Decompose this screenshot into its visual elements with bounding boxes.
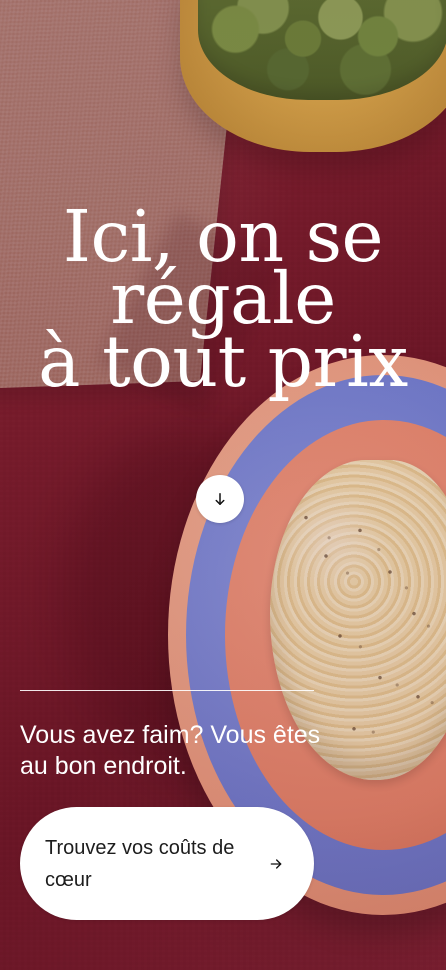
hero-section: Ici, on se régale à tout prix Vous avez … (0, 0, 446, 970)
arrow-right-icon (270, 858, 282, 869)
find-favorites-button[interactable]: Trouvez vos coûts de cœur (20, 807, 314, 920)
scroll-down-button[interactable] (196, 475, 244, 523)
arrow-down-icon (215, 493, 225, 505)
hero-title: Ici, on se régale à tout prix (0, 201, 446, 403)
hero-tagline: Vous avez faim? Vous êtes au bon endroit… (20, 721, 321, 780)
hero-title-line-3: à tout prix (38, 319, 408, 403)
section-divider (20, 690, 314, 691)
find-favorites-label: Trouvez vos coûts de cœur (45, 836, 235, 891)
